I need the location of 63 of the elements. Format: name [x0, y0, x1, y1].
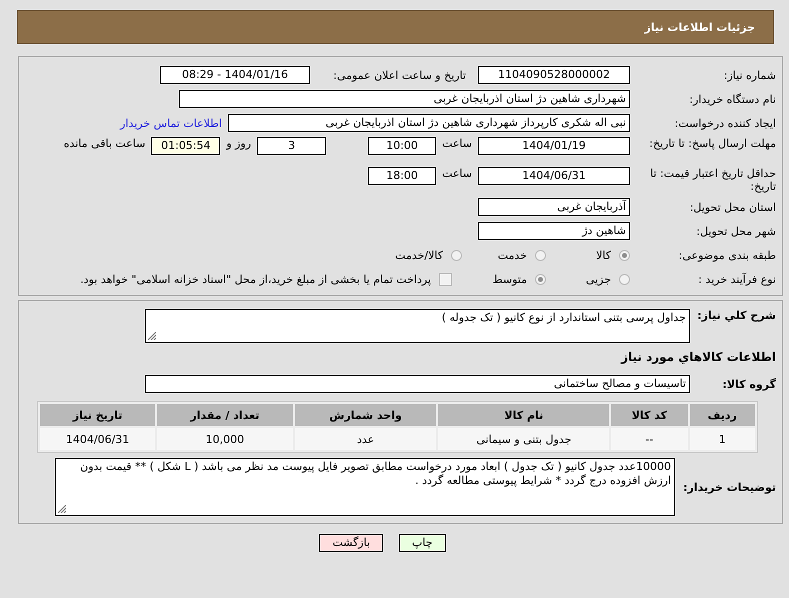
buyer-contact-link[interactable]: اطلاعات تماس خریدار: [120, 116, 222, 130]
field-label: شماره نیاز:: [722, 68, 776, 82]
field-label: گروه کالا:: [721, 378, 776, 390]
deadline-date-field: 1404/01/19: [478, 137, 630, 155]
section-title: اطلاعات کالاهاي مورد نياز: [621, 350, 776, 364]
field-label: توضیحات خریدار:: [682, 480, 776, 494]
print-button[interactable]: چاپ: [399, 534, 446, 552]
column-header: واحد شمارش: [294, 404, 436, 426]
resize-grip-icon[interactable]: [58, 505, 66, 513]
table-cell: 1: [690, 428, 755, 450]
buyer-field: شهرداری شاهین دژ استان اذربایجان غربی: [179, 90, 630, 108]
field-label: نام دستگاه خریدار:: [688, 92, 776, 106]
radio-button[interactable]: [451, 250, 462, 260]
time-label: ساعت: [442, 167, 472, 180]
column-header: تاریخ نیاز: [40, 404, 156, 426]
table-cell: عدد: [294, 428, 436, 450]
days-label: روز و: [226, 137, 252, 150]
option-label: خدمت: [498, 248, 527, 262]
option-label: کالا/خدمت: [395, 248, 443, 262]
validity-date-field: 1404/06/31: [478, 167, 630, 185]
treasury-payment-label: پرداخت تمام یا بخشی از مبلغ خرید،از محل "اسناد خزانه اسلامی" خواهد بود.: [80, 272, 431, 286]
column-header: تعداد / مقدار: [157, 404, 293, 426]
column-header: ردیف: [690, 404, 755, 426]
page-title: جزئیات اطلاعات نیاز: [644, 20, 755, 34]
province-field: آذربایجان غربی: [478, 198, 630, 216]
resize-grip-icon[interactable]: [148, 332, 156, 340]
summary-field[interactable]: جداول پرسی بتنی استاندارد از نوع کانیو ( تک جدوله ): [145, 309, 690, 343]
back-button[interactable]: بازگشت: [319, 534, 384, 552]
option-label: متوسط: [492, 272, 527, 286]
field-label: مهلت ارسال پاسخ: تا تاریخ:: [648, 137, 776, 150]
field-label: نوع فرآیند خرید :: [697, 272, 776, 286]
table-cell: جدول بتنی و سیمانی: [438, 428, 610, 450]
option-label: کالا: [596, 248, 611, 262]
field-label: ایجاد کننده درخواست:: [674, 116, 776, 130]
time-label: ساعت: [442, 137, 472, 150]
field-label: شهر محل تحویل:: [695, 224, 776, 238]
column-header: نام کالا: [438, 404, 610, 426]
field-label: طبقه بندی موضوعی:: [678, 248, 776, 262]
validity-time-field: 18:00: [368, 167, 436, 185]
radio-button[interactable]: [535, 274, 546, 284]
table-cell: 10,000: [157, 428, 293, 450]
creator-field: نبی اله شکری کارپرداز شهرداری شاهین دژ استان اذربایجان غربی: [228, 114, 630, 132]
field-label: استان محل تحویل:: [688, 200, 776, 214]
need-number-field: 1104090528000002: [478, 66, 630, 84]
deadline-time-field: 10:00: [368, 137, 436, 155]
days-field: 3: [257, 137, 326, 155]
remaining-time-field: 01:05:54: [151, 137, 220, 155]
field-label: شرح کلي نياز:: [696, 309, 776, 322]
table-cell: --: [611, 428, 688, 450]
radio-button[interactable]: [619, 250, 630, 260]
remaining-label: ساعت باقی مانده: [64, 137, 146, 150]
checkbox[interactable]: [439, 272, 452, 286]
column-header: کد کالا: [611, 404, 688, 426]
announce-date-field: 1404/01/16 - 08:29: [160, 66, 310, 84]
radio-button[interactable]: [619, 274, 630, 284]
field-label: حداقل تاریخ اعتبار قیمت: تا تاریخ:: [649, 167, 776, 193]
buyer-notes-field[interactable]: 10000عدد جدول کانیو ( تک جدول ) ابعاد مورد درخواست مطابق تصویر فایل پیوست مد نظر می باشد ( L شکل ) ** قیمت بدون ارزش افزوده درج گردد * شرایط پیوستی مطالعه گردد .: [55, 458, 675, 516]
radio-button[interactable]: [535, 250, 546, 260]
field-label: تاریخ و ساعت اعلان عمومی:: [332, 68, 466, 82]
table-cell: 1404/06/31: [40, 428, 156, 450]
option-label: جزیی: [586, 272, 611, 286]
goods-group-field: تاسیسات و مصالح ساختمانی: [145, 375, 690, 393]
city-field: شاهین دژ: [478, 222, 630, 240]
